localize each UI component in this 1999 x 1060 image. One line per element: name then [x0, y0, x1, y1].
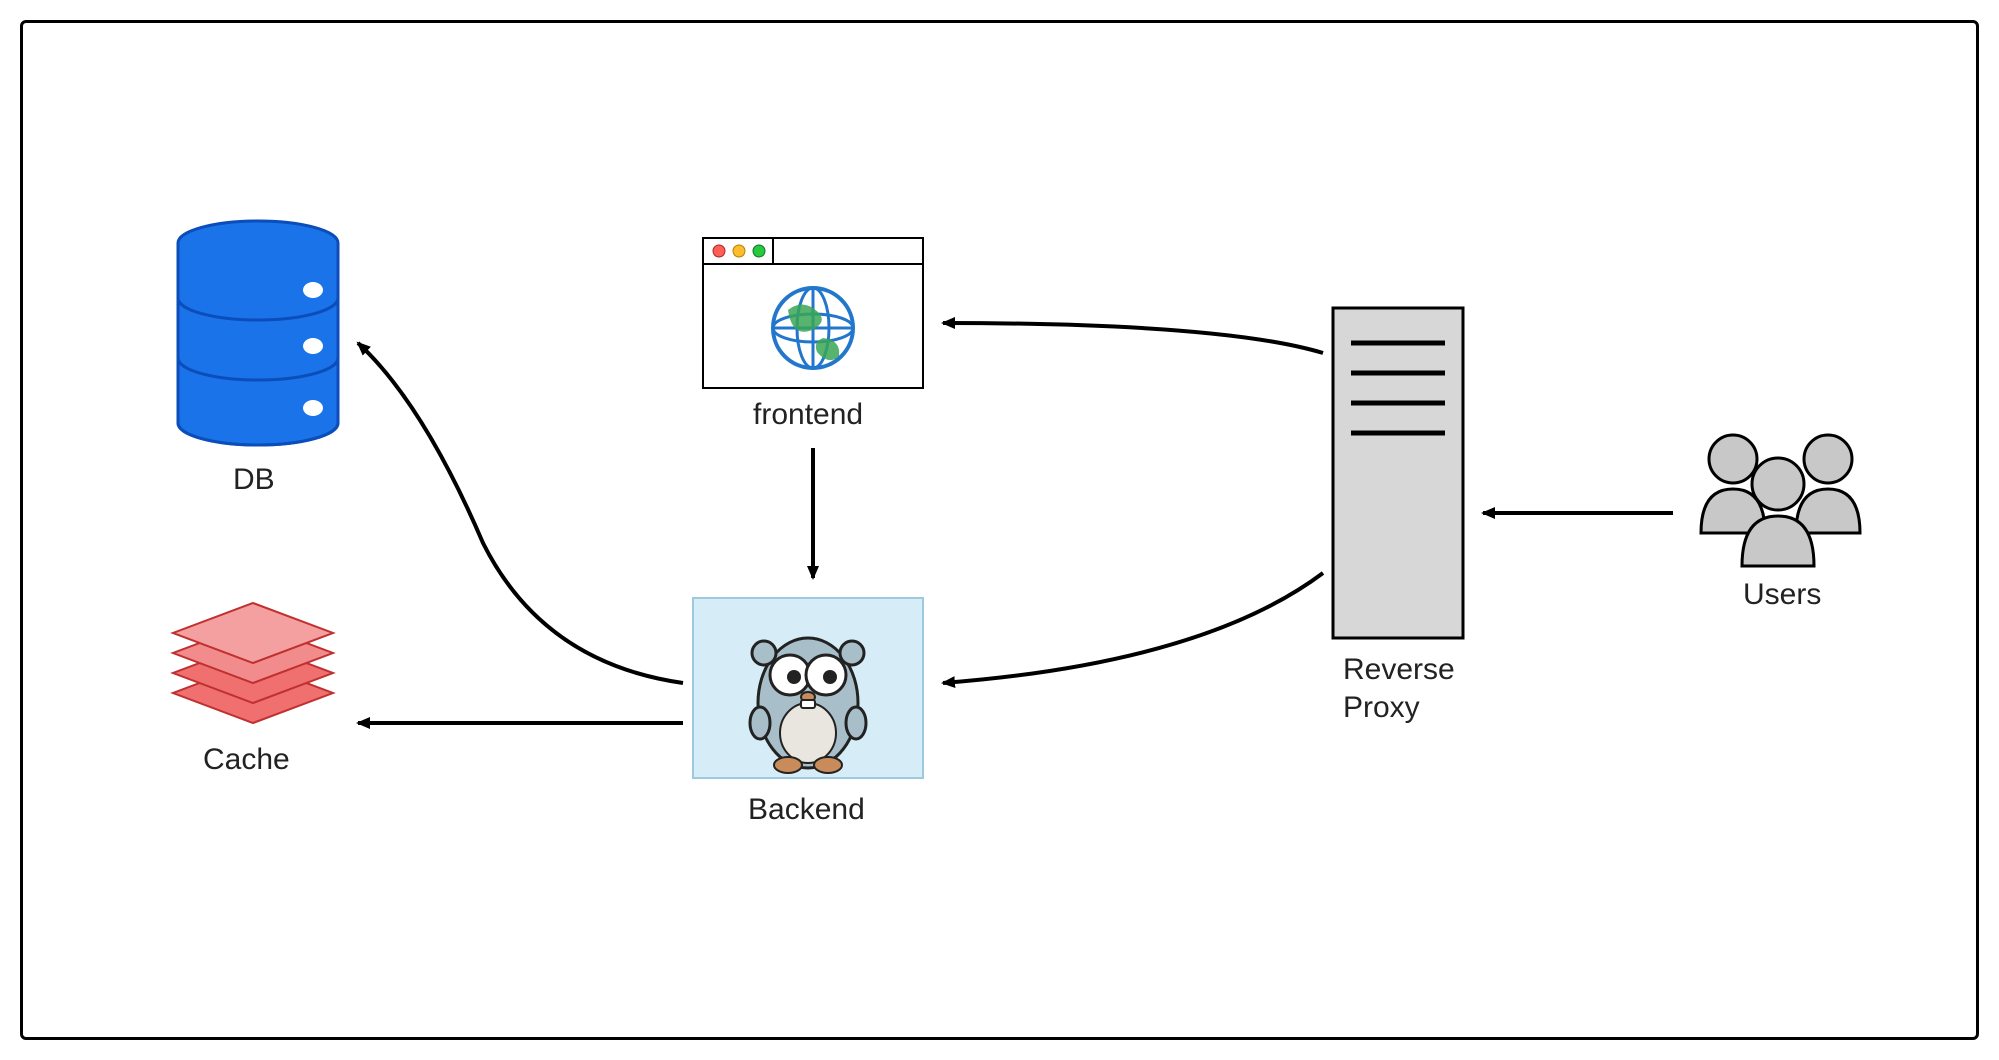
cache-label: Cache: [203, 743, 290, 777]
users-label: Users: [1743, 578, 1821, 612]
diagram-frame: DB Cache frontend Backend Reverse Proxy …: [20, 20, 1979, 1040]
db-label: DB: [233, 463, 275, 497]
server-icon: [1333, 308, 1463, 638]
backend-label: Backend: [748, 793, 865, 827]
cache-icon: [173, 603, 333, 723]
arrow-backend-to-db: [358, 343, 683, 683]
diagram-canvas: [23, 23, 1976, 1037]
reverse-proxy-label-1: Reverse: [1343, 653, 1455, 687]
arrow-proxy-to-backend: [943, 573, 1323, 683]
users-icon: [1701, 435, 1860, 566]
backend-icon: [693, 598, 923, 778]
arrow-proxy-to-frontend: [943, 323, 1323, 353]
frontend-label: frontend: [753, 398, 863, 432]
db-icon: [178, 221, 338, 445]
reverse-proxy-label-2: Proxy: [1343, 691, 1420, 725]
frontend-icon: [703, 238, 923, 388]
